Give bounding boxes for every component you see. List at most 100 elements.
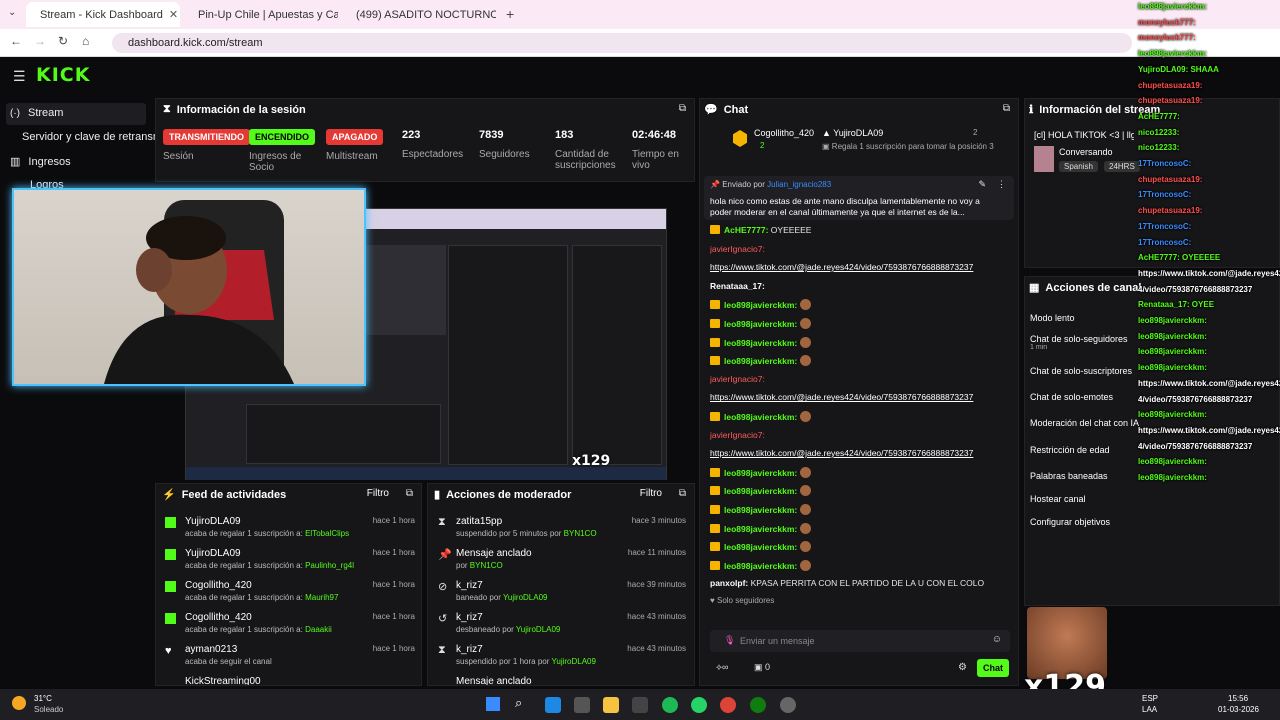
- mod-subject[interactable]: k_riz7: [456, 644, 483, 655]
- activity-user[interactable]: Cogollitho_420: [185, 612, 252, 623]
- top-gifter-2[interactable]: ▲ YujiroDLA09: [822, 128, 883, 138]
- mod-subject[interactable]: Mensaje anclado: [456, 548, 532, 559]
- pinned-by-user[interactable]: Julian_ignacio283: [767, 180, 831, 189]
- channel-action-item[interactable]: Restricción de edad: [1030, 445, 1110, 455]
- spotify-icon[interactable]: [662, 697, 678, 713]
- chat-username[interactable]: panxolpf:: [710, 578, 748, 588]
- mic-icon[interactable]: 🎙: [724, 635, 735, 646]
- chat-username[interactable]: leo898javierckkm:: [724, 338, 797, 348]
- activity-target[interactable]: Daaakii: [305, 625, 332, 634]
- top-gifter-1[interactable]: Cogollitho_420: [754, 128, 814, 138]
- chat-username[interactable]: leo898javierckkm:: [724, 319, 797, 329]
- chat-username[interactable]: javierIgnacio7:: [710, 244, 765, 254]
- chat-username[interactable]: javierIgnacio7:: [710, 374, 765, 384]
- home-icon[interactable]: ⌂: [82, 34, 89, 48]
- emoji-icon[interactable]: ☺: [992, 634, 1002, 645]
- sidebar-item-ingresos[interactable]: ▥ Ingresos: [10, 155, 71, 169]
- popout-icon[interactable]: ⧉: [1003, 103, 1010, 114]
- activity-user[interactable]: ayman0213: [185, 644, 237, 655]
- popout-icon[interactable]: ⧉: [679, 488, 686, 499]
- store-icon[interactable]: [574, 697, 590, 713]
- gear-icon[interactable]: ⚙: [958, 662, 967, 673]
- chat-username[interactable]: leo898javierckkm:: [724, 468, 797, 478]
- mod-subject[interactable]: k_riz7: [456, 580, 483, 591]
- snip-icon[interactable]: [632, 697, 648, 713]
- language-layout[interactable]: LAA: [1142, 705, 1157, 714]
- chat-username[interactable]: leo898javierckkm:: [724, 486, 797, 496]
- activity-user[interactable]: YujiroDLA09: [185, 548, 241, 559]
- activity-user[interactable]: YujiroDLA09: [185, 516, 241, 527]
- more-icon[interactable]: ⋮: [997, 179, 1006, 190]
- chat-username[interactable]: leo898javierckkm:: [724, 542, 797, 552]
- chat-username[interactable]: Renataaa_17:: [710, 281, 765, 291]
- chrome-icon[interactable]: [720, 697, 736, 713]
- channel-action-item[interactable]: Chat de solo-emotes: [1030, 392, 1113, 402]
- search-icon[interactable]: ⌕: [515, 695, 522, 711]
- stream-category[interactable]: Conversando: [1059, 147, 1113, 157]
- chat-link[interactable]: https://www.tiktok.com/@jade.reyes424/vi…: [710, 392, 973, 402]
- activity-target[interactable]: Maurih97: [305, 593, 338, 602]
- moderator-filter-button[interactable]: Filtro: [640, 488, 662, 499]
- folder-icon[interactable]: [603, 697, 619, 713]
- chat-input[interactable]: 🎙 Enviar un mensaje ☺: [710, 630, 1010, 652]
- chat-username[interactable]: AcHE7777:: [724, 225, 768, 235]
- activity-target[interactable]: ElTobalClips: [305, 529, 349, 538]
- activity-user[interactable]: KickStreaming00: [185, 676, 261, 685]
- chat-link[interactable]: https://www.tiktok.com/@jade.reyes424/vi…: [710, 448, 973, 458]
- chat-username[interactable]: leo898javierckkm:: [724, 356, 797, 366]
- unpin-icon[interactable]: ✎: [978, 179, 986, 190]
- mod-actor[interactable]: YujiroDLA09: [551, 657, 595, 666]
- chat-username[interactable]: leo898javierckkm:: [724, 300, 797, 310]
- chat-username[interactable]: leo898javierckkm:: [724, 412, 797, 422]
- activity-target[interactable]: Paulinho_rg4l: [305, 561, 354, 570]
- channel-points[interactable]: ⟡∞: [716, 662, 728, 673]
- chat-username[interactable]: leo898javierckkm:: [724, 524, 797, 534]
- channel-action-item[interactable]: Modo lento: [1030, 313, 1075, 323]
- tab-youtube[interactable]: (499) ASADITO NOCTURNO co ✕: [342, 2, 496, 27]
- tab-kick-dashboard[interactable]: Stream - Kick Dashboard ✕: [26, 2, 180, 27]
- mod-subject[interactable]: k_riz7: [456, 612, 483, 623]
- channel-action-item[interactable]: Chat de solo-suscriptores: [1030, 366, 1132, 376]
- obs-icon[interactable]: [780, 697, 796, 713]
- chat-username[interactable]: leo898javierckkm:: [724, 561, 797, 571]
- pinned-message[interactable]: 📌 Enviado por Julian_ignacio283 hola nic…: [704, 176, 1014, 220]
- menu-icon[interactable]: ☰: [13, 68, 26, 85]
- chat-username[interactable]: leo898javierckkm:: [724, 505, 797, 515]
- reload-icon[interactable]: ↻: [58, 34, 68, 48]
- kick-logo[interactable]: KICK: [36, 64, 90, 86]
- channel-action-item[interactable]: Configurar objetivos: [1030, 517, 1110, 527]
- new-tab-icon[interactable]: +: [506, 6, 514, 22]
- close-icon[interactable]: ✕: [169, 8, 178, 21]
- mod-actor[interactable]: YujiroDLA09: [516, 625, 560, 634]
- mod-actor[interactable]: YujiroDLA09: [503, 593, 547, 602]
- tab-search-icon[interactable]: ⌄: [8, 7, 16, 18]
- forward-icon[interactable]: →: [34, 34, 46, 48]
- edge-icon[interactable]: [545, 697, 561, 713]
- gift-prompt[interactable]: ▣ Regala 1 suscripción para tomar la pos…: [822, 142, 994, 151]
- channel-action-item[interactable]: Moderación del chat con IA: [1030, 418, 1139, 428]
- xbox-icon[interactable]: [750, 697, 766, 713]
- activity-user[interactable]: Cogollitho_420: [185, 580, 252, 591]
- clock-time[interactable]: 15:56: [1228, 694, 1248, 703]
- mod-subject[interactable]: Mensaje anclado: [456, 676, 532, 685]
- channel-action-item[interactable]: Hostear canal: [1030, 494, 1086, 504]
- sidebar-item-server-key[interactable]: Servidor y clave de retransm: [22, 131, 162, 143]
- whatsapp-icon[interactable]: [691, 697, 707, 713]
- back-icon[interactable]: ←: [10, 34, 22, 48]
- language-code[interactable]: ESP: [1142, 694, 1158, 703]
- points-counter[interactable]: ▣ 0: [754, 662, 770, 673]
- popout-icon[interactable]: ⧉: [679, 103, 686, 114]
- windows-start-icon[interactable]: [486, 697, 500, 711]
- activity-filter-button[interactable]: Filtro: [367, 488, 389, 499]
- channel-action-item[interactable]: Chat de solo-seguidores 1 min: [1030, 334, 1128, 351]
- chat-send-button[interactable]: Chat: [977, 659, 1009, 677]
- tab-pinup[interactable]: Pin-Up Chile | Apuestas y Casin ✕: [184, 2, 338, 27]
- popout-icon[interactable]: ⧉: [406, 488, 413, 499]
- chat-link[interactable]: https://www.tiktok.com/@jade.reyes424/vi…: [710, 262, 973, 272]
- emote-bar[interactable]: [708, 609, 1014, 625]
- channel-action-item[interactable]: Palabras baneadas: [1030, 471, 1108, 481]
- clock-date[interactable]: 01-03-2026: [1218, 705, 1259, 714]
- mod-actor[interactable]: BYN1CO: [564, 529, 597, 538]
- url-field[interactable]: dashboard.kick.com/stream: [112, 33, 1132, 53]
- mod-subject[interactable]: zatita15pp: [456, 516, 502, 527]
